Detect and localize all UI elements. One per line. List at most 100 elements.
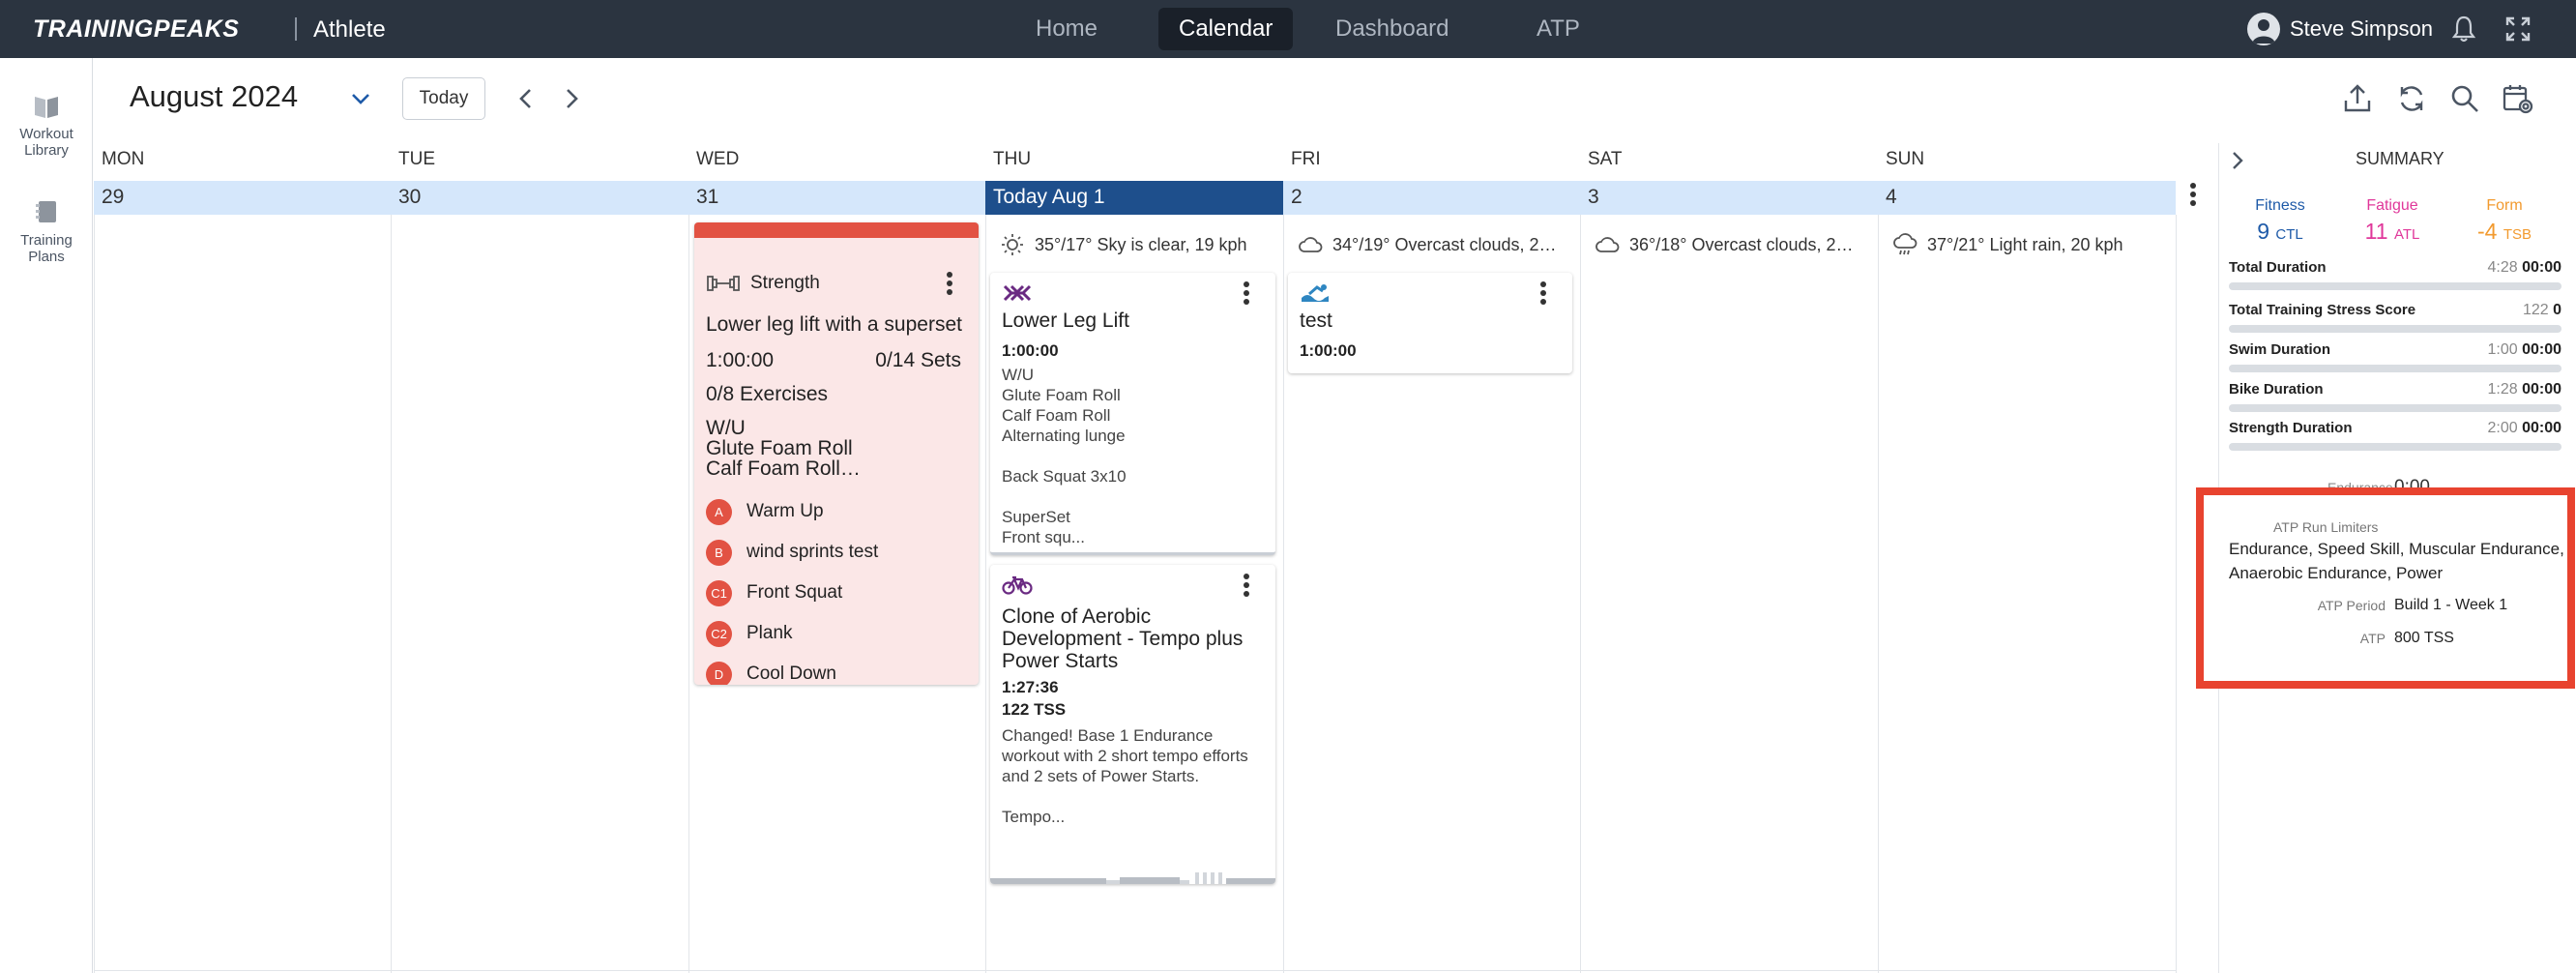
stat-planned: 1:00 — [2487, 341, 2518, 358]
stat-swim-duration: Swim Duration 1:00 00:00 — [2229, 341, 2561, 380]
column-divider — [1878, 215, 1879, 973]
exercise-badge: A — [706, 498, 732, 525]
more-options-icon[interactable] — [946, 271, 953, 296]
user-name: Steve Simpson — [2290, 16, 2433, 41]
cloud-icon — [1595, 237, 1620, 252]
month-title[interactable]: August 2024 — [130, 79, 298, 114]
form-unit: TSB — [2503, 226, 2532, 243]
bell-icon[interactable] — [2448, 14, 2479, 44]
collapse-summary-icon[interactable] — [2228, 149, 2247, 172]
dumbbell-icon — [706, 273, 741, 294]
exercise-badge: C2 — [706, 620, 732, 647]
exercise-name: Warm Up — [746, 501, 824, 521]
workout-library-button[interactable]: Workout Library — [0, 91, 93, 159]
fullscreen-icon[interactable] — [2503, 14, 2533, 44]
workout-structure-graph — [990, 870, 1275, 884]
nav-dashboard[interactable]: Dashboard — [1315, 8, 1469, 50]
weather-sun: 37°/21° Light rain, 20 kph — [1892, 230, 2173, 259]
fitness-metric[interactable]: Fitness 9 CTL — [2227, 197, 2333, 245]
date-cell-sat[interactable]: 3 — [1580, 181, 1878, 215]
logo-divider — [295, 17, 297, 41]
day-header-sun: SUN — [1886, 149, 1925, 169]
fitness-unit: CTL — [2275, 226, 2303, 243]
fatigue-unit: ATL — [2393, 226, 2420, 243]
weather-thu-text: 35°/17° Sky is clear, 19 kph — [1035, 234, 1247, 254]
more-options-icon[interactable] — [1539, 280, 1547, 306]
weather-sat: 36°/18° Overcast clouds, 2… — [1595, 230, 1873, 259]
workout-title: Lower leg lift with a superset — [706, 313, 962, 336]
chevron-down-icon[interactable] — [348, 89, 373, 108]
stat-bike-duration: Bike Duration 1:28 00:00 — [2229, 381, 2561, 420]
week-options-icon[interactable] — [2189, 182, 2197, 207]
workout-tss: 122 TSS — [1002, 700, 1067, 719]
trainingpeaks-logo[interactable]: TRAININGPEAKS — [33, 15, 239, 44]
atp-period-value: Build 1 - Week 1 — [2394, 597, 2508, 613]
day-header-sat: SAT — [1588, 149, 1623, 169]
fitness-value: 9 — [2257, 219, 2270, 244]
upload-icon[interactable] — [2340, 81, 2375, 116]
stat-planned: 2:00 — [2487, 420, 2518, 436]
atp-limiters-label: ATP Run Limiters — [2273, 519, 2379, 535]
nav-home[interactable]: Home — [1015, 8, 1118, 50]
training-plans-button[interactable]: Training Plans — [0, 197, 93, 265]
form-metric[interactable]: Form -4 TSB — [2451, 197, 2558, 245]
chevron-right-icon[interactable] — [559, 85, 584, 112]
atp-value: 800 TSS — [2394, 630, 2454, 646]
date-cell-today[interactable]: Today Aug 1 — [985, 181, 1283, 215]
date-cell-wed[interactable]: 31 — [688, 181, 985, 215]
form-value: -4 — [2476, 219, 2498, 244]
bike-icon — [1002, 575, 1033, 596]
column-divider — [1283, 215, 1284, 973]
fatigue-value: 11 — [2364, 219, 2388, 244]
sync-icon[interactable] — [2394, 81, 2429, 116]
user-menu[interactable]: Steve Simpson — [2247, 12, 2433, 46]
column-divider — [94, 215, 95, 973]
stat-progress-bar — [2229, 365, 2561, 372]
day-header-thu: THU — [993, 149, 1032, 169]
exercise-name: wind sprints test — [746, 542, 879, 562]
date-cell-mon[interactable]: 29 — [94, 181, 391, 215]
exercise-row[interactable]: B wind sprints test — [706, 538, 878, 567]
sun-icon — [1002, 234, 1023, 255]
today-button[interactable]: Today — [402, 77, 485, 120]
fatigue-metric[interactable]: Fatigue 11 ATL — [2339, 197, 2445, 245]
workout-exercises-count: 0/8 Exercises — [706, 383, 829, 405]
strength-workout-card[interactable]: Strength Lower leg lift with a superset … — [694, 222, 979, 685]
workout-duration: 1:00:00 — [1002, 341, 1059, 360]
workout-title: Clone of Aerobic Development - Tempo plu… — [1002, 605, 1244, 672]
fitness-label: Fitness — [2255, 197, 2305, 214]
workout-card-test[interactable]: test 1:00:00 — [1288, 273, 1572, 373]
stat-completed: 00:00 — [2522, 420, 2561, 436]
date-cell-sun[interactable]: 4 — [1878, 181, 2176, 215]
stat-label: Total Training Stress Score — [2229, 302, 2416, 318]
day-header-wed: WED — [696, 149, 740, 169]
stat-progress-bar — [2229, 325, 2561, 333]
stat-progress-bar — [2229, 282, 2561, 290]
exercise-row[interactable]: D Cool Down — [706, 660, 836, 685]
workout-card-aerobic-development[interactable]: Clone of Aerobic Development - Tempo plu… — [990, 565, 1275, 884]
stat-strength-duration: Strength Duration 2:00 00:00 — [2229, 420, 2561, 458]
top-bar: TRAININGPEAKS Athlete Home Calendar Dash… — [0, 0, 2576, 58]
chevron-left-icon[interactable] — [514, 85, 540, 112]
stat-label: Bike Duration — [2229, 381, 2324, 398]
more-options-icon[interactable] — [1243, 280, 1250, 306]
more-options-icon[interactable] — [1243, 573, 1250, 598]
fatigue-label: Fatigue — [2366, 197, 2418, 214]
nav-atp[interactable]: ATP — [1516, 8, 1600, 50]
day-header-tue: TUE — [398, 149, 435, 169]
avatar — [2247, 13, 2280, 45]
stat-total-duration: Total Duration 4:28 00:00 — [2229, 259, 2561, 298]
workout-card-lower-leg-lift[interactable]: Lower Leg Lift 1:00:00 W/U Glute Foam Ro… — [990, 273, 1275, 555]
search-icon[interactable] — [2447, 81, 2482, 116]
date-cell-tue[interactable]: 30 — [391, 181, 688, 215]
nav-calendar[interactable]: Calendar — [1158, 8, 1294, 50]
exercise-row[interactable]: C2 Plank — [706, 619, 793, 648]
date-cell-fri[interactable]: 2 — [1283, 181, 1580, 215]
exercise-badge: C1 — [706, 579, 732, 606]
exercise-row[interactable]: A Warm Up — [706, 497, 824, 526]
calendar-settings-icon[interactable] — [2501, 81, 2535, 116]
workout-sets: 0/14 Sets — [875, 349, 961, 371]
exercise-row[interactable]: C1 Front Squat — [706, 578, 842, 607]
stat-completed: 00:00 — [2522, 381, 2561, 398]
form-label: Form — [2486, 197, 2523, 214]
